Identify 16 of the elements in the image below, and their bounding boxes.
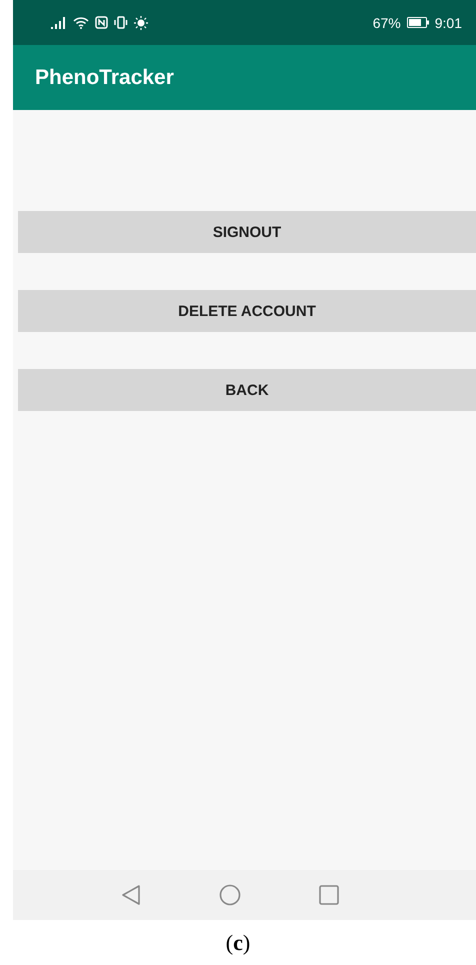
battery-percent: 67%: [372, 14, 401, 30]
figure-caption: (c): [226, 930, 250, 956]
brightness-icon: [134, 16, 148, 30]
wifi-icon: [73, 16, 89, 28]
action-button[interactable]: BACK: [18, 369, 476, 411]
home-icon[interactable]: [218, 884, 240, 906]
recents-icon[interactable]: [318, 885, 338, 905]
nfc-icon: [95, 16, 108, 29]
clock-time: 9:01: [434, 14, 462, 30]
vibrate-icon: [114, 16, 128, 29]
back-icon[interactable]: [120, 884, 140, 906]
signal-icon: [51, 16, 67, 28]
battery-icon: [406, 17, 429, 28]
action-button[interactable]: SIGNOUT: [18, 211, 476, 253]
app-title: PhenoTracker: [35, 66, 174, 90]
action-button[interactable]: DELETE ACCOUNT: [18, 290, 476, 332]
